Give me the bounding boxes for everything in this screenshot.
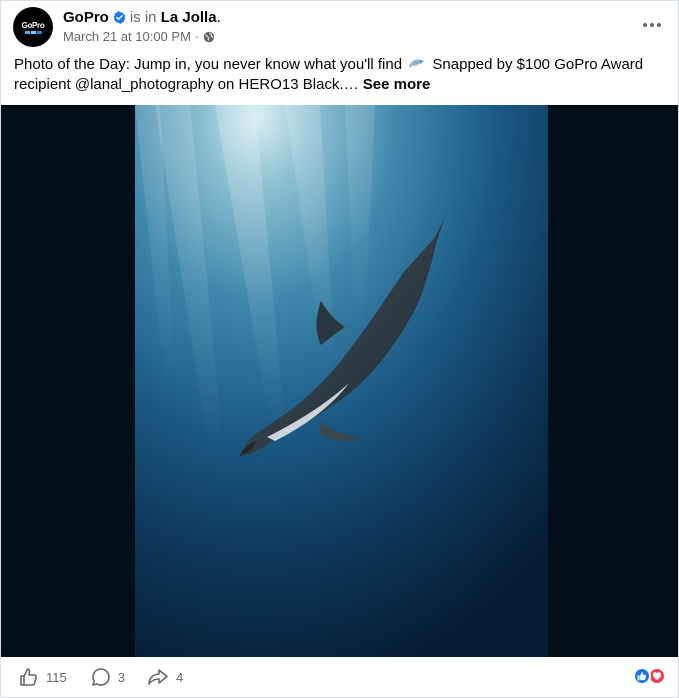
gopro-logo-bars bbox=[24, 30, 42, 34]
post-caption: Photo of the Day: Jump in, you never kno… bbox=[14, 55, 664, 95]
post-timestamp[interactable]: March 21 at 10:00 PM bbox=[63, 29, 191, 45]
post-title-line: GoPro is in La Jolla. bbox=[63, 9, 221, 29]
more-dot-icon bbox=[657, 23, 661, 27]
share-count: 4 bbox=[175, 669, 184, 685]
like-action[interactable]: 115 bbox=[19, 662, 67, 692]
globe-icon[interactable] bbox=[203, 31, 215, 43]
caption-text-part1: Photo of the Day: Jump in, you never kno… bbox=[14, 56, 403, 73]
meta-separator: · bbox=[194, 29, 200, 44]
is-in-text: is in bbox=[129, 9, 157, 26]
comment-count: 3 bbox=[117, 669, 125, 685]
post-photo-container[interactable] bbox=[1, 105, 678, 657]
comment-bubble-icon bbox=[91, 667, 111, 687]
gopro-logo: GoPro bbox=[21, 20, 45, 30]
post-meta: March 21 at 10:00 PM · bbox=[63, 29, 215, 45]
place-suffix: . bbox=[216, 9, 221, 26]
see-more-link[interactable]: See more bbox=[363, 76, 431, 93]
more-dot-icon bbox=[643, 23, 647, 27]
facebook-post: GoPro GoPro is in La Jolla. March 21 at 1… bbox=[0, 0, 679, 698]
more-options-button[interactable] bbox=[640, 13, 664, 37]
post-header: GoPro GoPro is in La Jolla. March 21 at 1… bbox=[1, 1, 678, 53]
place-link[interactable]: La Jolla bbox=[161, 9, 217, 26]
page-avatar[interactable]: GoPro bbox=[13, 7, 53, 47]
page-name-link[interactable]: GoPro bbox=[63, 9, 109, 26]
comment-action[interactable]: 3 bbox=[91, 662, 125, 692]
share-arrow-icon bbox=[147, 667, 169, 687]
share-action[interactable]: 4 bbox=[147, 662, 183, 692]
like-reaction-icon bbox=[633, 667, 651, 685]
post-footer: 115 3 4 bbox=[1, 657, 678, 697]
dolphin-emoji-icon bbox=[408, 57, 426, 71]
more-dot-icon bbox=[650, 23, 654, 27]
thumbs-up-icon bbox=[19, 667, 39, 687]
verified-badge-icon bbox=[113, 11, 126, 29]
like-count: 115 bbox=[46, 669, 67, 685]
dolphin-photo bbox=[135, 105, 548, 657]
reactions-summary[interactable] bbox=[633, 667, 666, 685]
